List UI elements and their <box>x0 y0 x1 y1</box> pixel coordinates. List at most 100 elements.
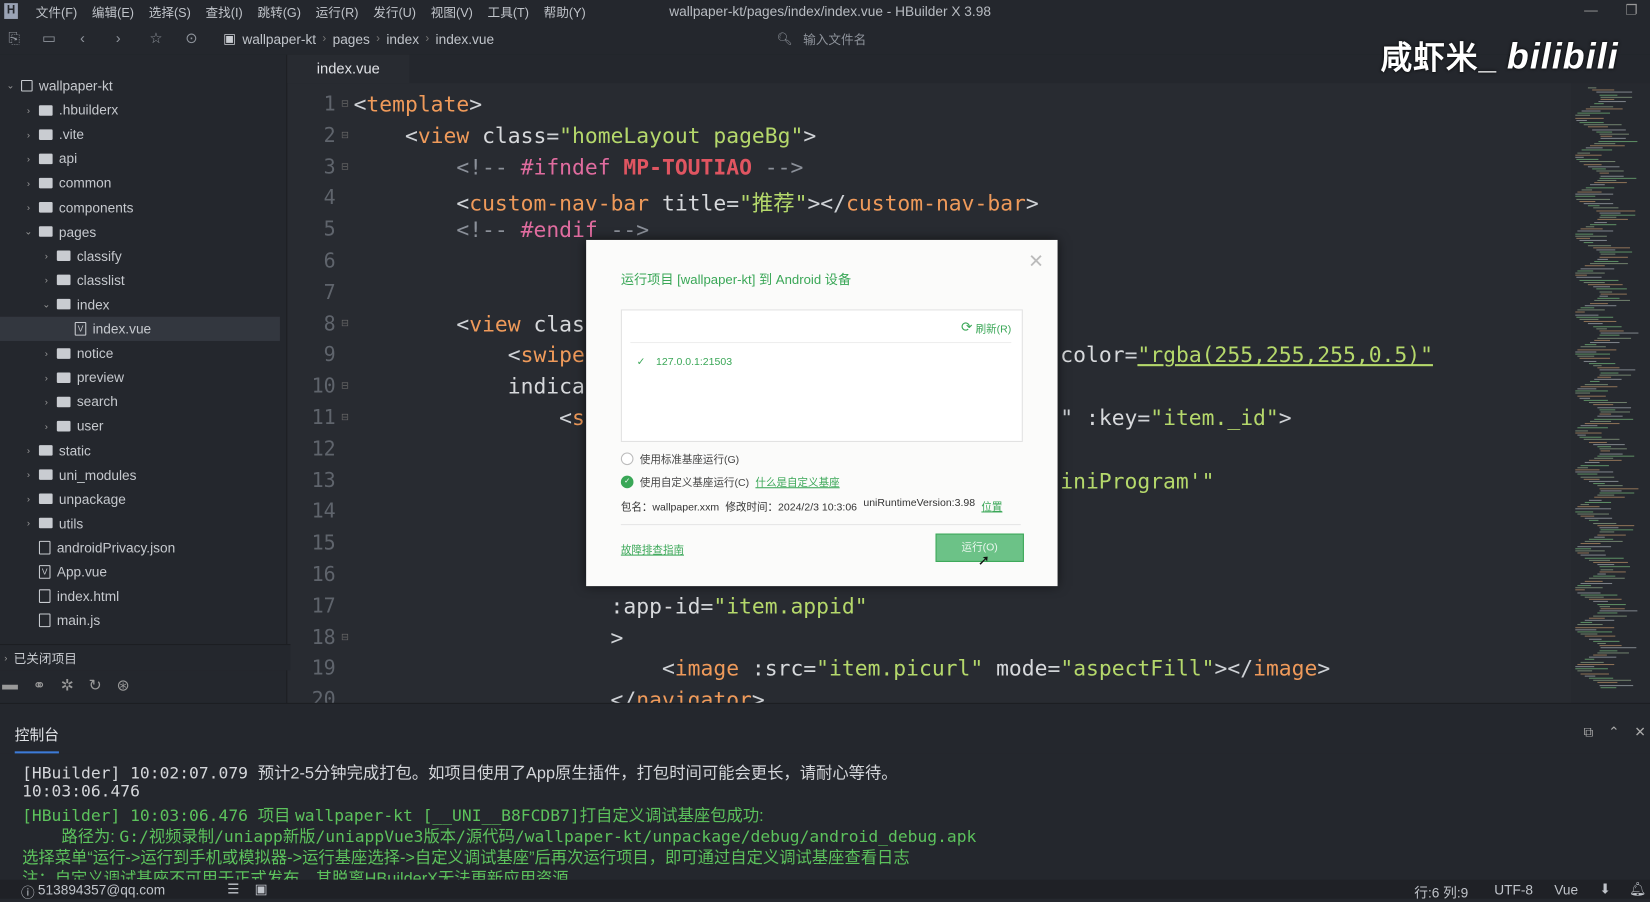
tree-item[interactable]: › components <box>0 195 280 219</box>
list-icon[interactable]: ☰ <box>227 881 239 898</box>
chevron-down-icon[interactable]: ⌄ <box>4 80 17 92</box>
folder-icon[interactable]: ▬ <box>2 676 18 695</box>
chevron-right-icon[interactable]: › <box>22 518 35 529</box>
file-search-input[interactable]: 🔍︎ 输入文件名 <box>777 28 1303 49</box>
device-item[interactable]: ✓ 127.0.0.1:21503 <box>637 357 732 369</box>
fold-icon[interactable]: ⊟ <box>341 411 349 423</box>
closed-projects[interactable]: › 已关闭项目 <box>0 644 291 671</box>
breadcrumb-item[interactable]: index <box>386 31 419 47</box>
back-icon[interactable]: ‹ <box>80 29 85 46</box>
tree-item[interactable]: › api <box>0 147 280 171</box>
menu-item[interactable]: 选择(S) <box>149 3 191 21</box>
menu-item[interactable]: 文件(F) <box>36 3 77 21</box>
minimap[interactable] <box>1571 83 1650 703</box>
close-icon[interactable]: ✕ <box>1634 724 1645 741</box>
fold-icon[interactable]: ⊟ <box>341 631 349 643</box>
chevron-right-icon[interactable]: › <box>22 105 35 116</box>
tree-item[interactable]: › notice <box>0 341 280 365</box>
fold-icon[interactable]: ⊟ <box>341 380 349 392</box>
chevron-right-icon[interactable]: › <box>40 251 53 262</box>
fold-icon[interactable]: ⊟ <box>341 161 349 173</box>
chevron-right-icon[interactable]: › <box>22 129 35 140</box>
menu-item[interactable]: 跳转(G) <box>257 3 300 21</box>
breadcrumb-item[interactable]: index.vue <box>436 31 495 47</box>
chevron-right-icon[interactable]: › <box>22 153 35 164</box>
refresh-button[interactable]: ⟳ 刷新(R) <box>961 319 1011 336</box>
tree-item[interactable]: › .vite <box>0 122 280 146</box>
tree-item[interactable]: › classify <box>0 244 280 268</box>
tree-item[interactable]: › uni_modules <box>0 463 280 487</box>
breadcrumb-item[interactable]: wallpaper-kt <box>242 31 316 47</box>
chevron-up-icon[interactable]: ⌃ <box>1608 724 1619 741</box>
tree-item[interactable]: › common <box>0 171 280 195</box>
chevron-right-icon[interactable]: › <box>22 202 35 213</box>
tree-item[interactable]: V App.vue <box>0 560 280 584</box>
dialog-close-button[interactable]: ✕ <box>1028 250 1044 272</box>
troubleshooting-guide-link[interactable]: 故障排查指南 <box>621 541 684 557</box>
menu-item[interactable]: 工具(T) <box>488 3 529 21</box>
chevron-right-icon[interactable]: › <box>22 445 35 456</box>
bell-icon[interactable]: 🔔︎ <box>1629 881 1646 898</box>
tree-item[interactable]: ⌄ index <box>0 292 280 316</box>
sync-icon[interactable]: ↻ <box>89 676 102 695</box>
encoding[interactable]: UTF-8 <box>1494 882 1533 898</box>
plugin-icon[interactable]: ⊛ <box>117 676 130 695</box>
star-icon[interactable]: ☆ <box>149 29 162 47</box>
chevron-down-icon[interactable]: ⌄ <box>40 299 53 311</box>
menu-item[interactable]: 帮助(Y) <box>544 3 586 21</box>
save-icon[interactable]: ▭ <box>42 29 56 47</box>
chevron-right-icon[interactable]: › <box>22 469 35 480</box>
user-account[interactable]: 513894357@qq.com <box>38 882 165 898</box>
chevron-right-icon[interactable]: › <box>40 421 53 432</box>
chevron-right-icon[interactable]: › <box>40 348 53 359</box>
location-link[interactable]: 位置 <box>981 498 1002 514</box>
standard-base-radio[interactable]: 使用标准基座运行(G) <box>620 450 739 466</box>
chevron-right-icon[interactable]: › <box>40 372 53 383</box>
chevron-right-icon[interactable]: › <box>40 275 53 286</box>
chevron-down-icon[interactable]: ⌄ <box>22 226 35 238</box>
binoculars-icon[interactable]: ⚭ <box>33 676 46 695</box>
tree-item[interactable]: › utils <box>0 511 280 535</box>
bug-icon[interactable]: ✲ <box>61 676 74 695</box>
open-external-icon[interactable]: ⧉ <box>1584 724 1594 741</box>
tree-item[interactable]: › unpackage <box>0 487 280 511</box>
run-icon[interactable]: ⊙ <box>185 29 197 47</box>
maximize-button[interactable]: ❐ <box>1625 2 1637 19</box>
minimize-button[interactable]: — <box>1584 2 1598 19</box>
fold-icon[interactable]: ⊟ <box>341 129 349 141</box>
download-icon[interactable]: ⬇ <box>1599 881 1610 898</box>
tree-item[interactable]: ⌄ pages <box>0 220 280 244</box>
tree-item[interactable]: ⌄ wallpaper-kt <box>0 74 280 98</box>
language-mode[interactable]: Vue <box>1554 882 1578 898</box>
menu-item[interactable]: 运行(R) <box>316 3 359 21</box>
tree-item[interactable]: › preview <box>0 365 280 389</box>
menu-item[interactable]: 编辑(E) <box>92 3 134 21</box>
menu-item[interactable]: 发行(U) <box>373 3 416 21</box>
menu-item[interactable]: 视图(V) <box>431 3 473 21</box>
tab-index-vue[interactable]: index.vue <box>287 54 410 84</box>
forward-icon[interactable]: › <box>116 29 121 46</box>
menu-item[interactable]: 查找(I) <box>206 3 243 21</box>
terminal-icon[interactable]: ▣ <box>255 881 268 898</box>
tree-item[interactable]: › .hbuilderx <box>0 98 280 122</box>
code-token: title <box>649 190 727 217</box>
chevron-right-icon[interactable]: › <box>22 178 35 189</box>
fold-icon[interactable]: ⊟ <box>341 98 349 110</box>
custom-base-radio[interactable]: ✓ 使用自定义基座运行(C) 什么是自定义基座 <box>620 474 840 490</box>
tree-item[interactable]: main.js <box>0 608 280 632</box>
tree-item[interactable]: androidPrivacy.json <box>0 536 280 560</box>
tree-item[interactable]: index.html <box>0 584 280 608</box>
tree-item[interactable]: › search <box>0 390 280 414</box>
fold-icon[interactable]: ⊟ <box>341 317 349 329</box>
what-is-custom-base-link[interactable]: 什么是自定义基座 <box>755 474 839 490</box>
tree-item[interactable]: › user <box>0 414 280 438</box>
chevron-right-icon[interactable]: › <box>40 397 53 408</box>
minimap-line <box>1597 219 1629 221</box>
new-file-icon[interactable]: ⎘ <box>8 29 20 47</box>
breadcrumb-item[interactable]: pages <box>333 31 370 47</box>
tab-console[interactable]: 控制台 <box>14 724 59 754</box>
tree-item[interactable]: › classlist <box>0 268 280 292</box>
chevron-right-icon[interactable]: › <box>22 494 35 505</box>
tree-item[interactable]: › static <box>0 438 280 462</box>
tree-item[interactable]: Vindex.vue <box>0 316 280 341</box>
